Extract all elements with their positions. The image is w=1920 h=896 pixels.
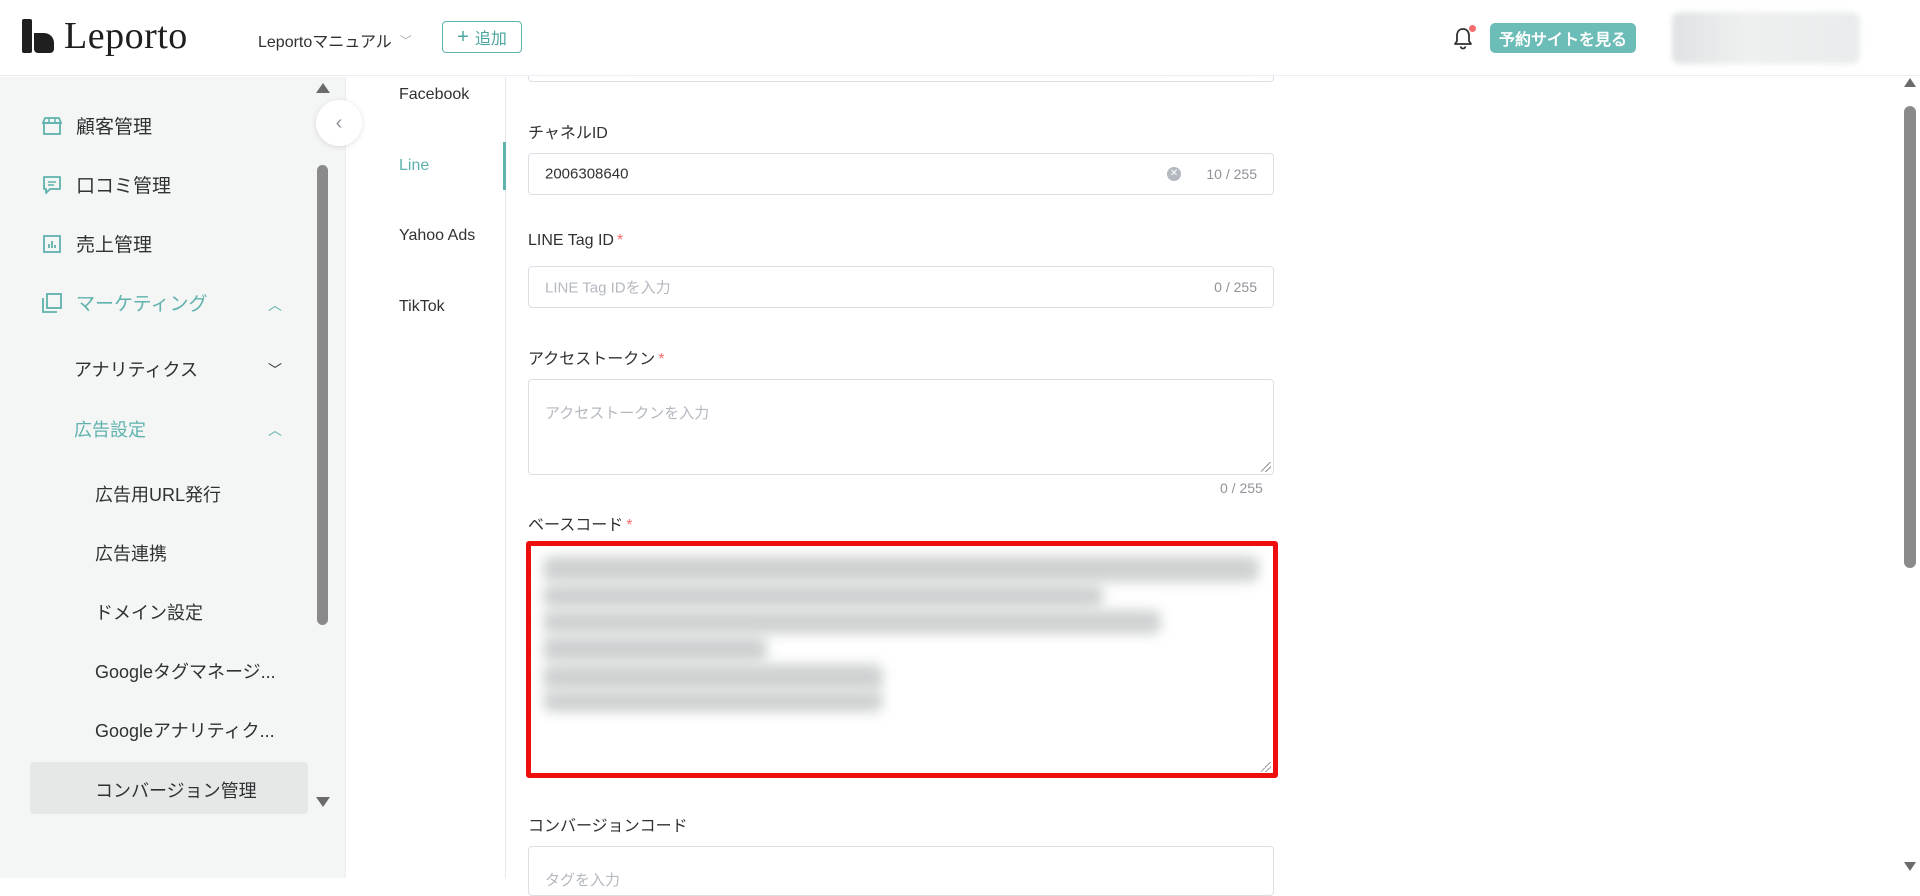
access-token-textarea[interactable]: アクセストークンを入力 [528, 379, 1274, 475]
channel-id-value: 2006308640 [545, 165, 629, 183]
tab-facebook[interactable]: Facebook [399, 86, 469, 104]
chevron-left-icon: ‹ [335, 111, 343, 134]
access-token-label: アクセストークン * [528, 351, 665, 368]
sidebar-item-marketing[interactable]: マーケティング [40, 289, 207, 316]
plus-icon: + [457, 26, 469, 48]
sidebar-item-label: アナリティクス [74, 360, 199, 380]
store-icon [40, 114, 64, 138]
top-header: Leporto Leportoマニュアル ﹀ + 追加 予約サイトを見る [0, 0, 1920, 76]
tab-line[interactable]: Line [399, 157, 429, 175]
conversion-code-input[interactable]: タグを入力 [528, 846, 1274, 896]
highlight-box [526, 541, 1278, 778]
sidebar-item-label: 広告連携 [95, 544, 167, 564]
store-select-value: Leportoマニュアル [258, 34, 392, 51]
sidebar-item-label: マーケティング [76, 294, 208, 315]
store-select[interactable]: Leportoマニュアル ﹀ [258, 28, 412, 52]
sidebar-item-ad-integration[interactable]: 広告連携 [95, 540, 167, 566]
sidebar-item-ga[interactable]: Googleアナリティク... [95, 717, 275, 743]
channel-id-input[interactable]: 2006308640 ✕ 10 / 255 [528, 153, 1274, 195]
collapse-sidebar-button[interactable]: ‹ [316, 100, 362, 146]
sidebar-item-domain[interactable]: ドメイン設定 [95, 599, 203, 625]
resize-handle[interactable] [1261, 462, 1271, 472]
tab-yahoo-ads[interactable]: Yahoo Ads [399, 227, 475, 245]
sidebar-item-customers[interactable]: 顧客管理 [40, 112, 152, 139]
char-count: 10 / 255 [1206, 166, 1257, 182]
sidebar-item-label: コンバージョン管理 [95, 781, 257, 801]
logo-mark-icon [22, 19, 54, 53]
required-mark: * [616, 232, 624, 249]
notification-bell-icon[interactable] [1452, 25, 1476, 50]
clear-icon[interactable]: ✕ [1167, 167, 1181, 181]
comment-icon [40, 173, 64, 197]
base-code-label: ベースコード * [528, 517, 633, 534]
sidebar-item-ad-url[interactable]: 広告用URL発行 [95, 481, 221, 507]
main-scroll-up-arrow[interactable] [1904, 78, 1916, 87]
add-button[interactable]: + 追加 [442, 21, 522, 53]
line-tag-id-input[interactable]: LINE Tag IDを入力 0 / 255 [528, 266, 1274, 308]
layers-icon [40, 291, 64, 315]
sidebar-item-conversion[interactable]: コンバージョン管理 [95, 777, 257, 803]
sidebar-scroll-up-arrow[interactable] [316, 83, 330, 93]
app-logo[interactable]: Leporto [22, 15, 188, 57]
sidebar-item-label: Googleタグマネージ... [95, 662, 276, 682]
line-tag-id-label: LINE Tag ID * [528, 232, 624, 249]
sidebar-item-label: 売上管理 [76, 235, 153, 256]
sidebar-item-label: Googleアナリティク... [95, 721, 275, 741]
chevron-down-icon: ﹀ [399, 33, 412, 48]
add-button-label: 追加 [474, 31, 507, 48]
tab-tiktok[interactable]: TikTok [399, 298, 445, 316]
sidebar-scrollbar-thumb[interactable] [317, 165, 328, 625]
sidebar-item-sales[interactable]: 売上管理 [40, 230, 152, 257]
sidebar-item-label: ドメイン設定 [95, 603, 203, 623]
required-mark: * [626, 517, 633, 534]
sidebar-item-analytics[interactable]: アナリティクス [74, 356, 198, 382]
char-count: 0 / 255 [1214, 279, 1257, 295]
sidebar-item-label: 顧客管理 [76, 117, 153, 138]
ad-platform-tabs: Facebook Line Yahoo Ads TikTok [348, 77, 506, 878]
conversion-code-label: コンバージョンコード [528, 818, 688, 835]
chevron-down-icon[interactable]: ﹀ [268, 360, 282, 380]
sidebar-item-ad-settings[interactable]: 広告設定 [74, 416, 146, 442]
notification-dot [1469, 25, 1476, 32]
line-tag-id-placeholder: LINE Tag IDを入力 [545, 279, 671, 297]
sidebar-item-label: 口コミ管理 [76, 176, 172, 197]
conversion-code-placeholder: タグを入力 [545, 872, 621, 889]
sidebar-item-reviews[interactable]: 口コミ管理 [40, 171, 171, 198]
chevron-up-icon[interactable]: ︿ [268, 295, 282, 315]
char-count: 0 / 255 [1220, 480, 1263, 496]
view-booking-site-button[interactable]: 予約サイトを見る [1490, 23, 1636, 53]
channel-id-label: チャネルID [528, 125, 608, 142]
sidebar-scroll-down-arrow[interactable] [316, 797, 330, 807]
chevron-up-icon[interactable]: ︿ [268, 420, 282, 440]
chart-icon [40, 232, 64, 256]
access-token-placeholder: アクセストークンを入力 [545, 405, 710, 422]
user-menu[interactable] [1672, 12, 1860, 64]
main-scrollbar-thumb[interactable] [1904, 106, 1916, 568]
main-scroll-down-arrow[interactable] [1904, 862, 1916, 871]
required-mark: * [658, 351, 665, 368]
sidebar-item-label: 広告用URL発行 [95, 485, 222, 505]
active-tab-indicator [503, 142, 506, 190]
sidebar-item-label: 広告設定 [74, 420, 146, 440]
sidebar-item-gtm[interactable]: Googleタグマネージ... [95, 658, 276, 684]
logo-text: Leporto [64, 15, 188, 57]
